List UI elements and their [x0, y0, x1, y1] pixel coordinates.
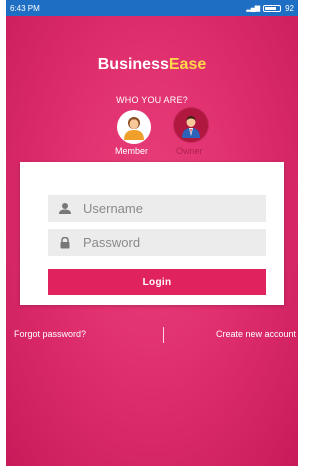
forgot-password-link[interactable]: Forgot password? — [14, 329, 86, 339]
password-input[interactable] — [83, 235, 253, 250]
member-avatar-icon[interactable] — [117, 110, 151, 144]
status-icons: ▂▄▆ 92 — [246, 4, 294, 13]
app-screen: 6:43 PM ▂▄▆ 92 BusinessEase WHO YOU ARE? — [6, 0, 298, 466]
app-title-business: Business — [97, 56, 169, 73]
login-card: Login — [20, 162, 284, 305]
owner-avatar-icon[interactable] — [174, 108, 208, 142]
lock-icon — [58, 236, 72, 250]
password-field[interactable] — [48, 229, 266, 256]
person-icon — [58, 202, 72, 216]
role-prompt: WHO YOU ARE? — [116, 95, 188, 105]
link-divider — [163, 327, 164, 343]
role-selector: Member Owner — [6, 108, 298, 158]
status-bar: 6:43 PM ▂▄▆ 92 — [6, 0, 298, 16]
status-time: 6:43 PM — [10, 3, 40, 13]
login-button[interactable]: Login — [48, 269, 266, 295]
owner-label: Owner — [176, 146, 203, 156]
username-field[interactable] — [48, 195, 266, 222]
battery-level: 92 — [285, 3, 294, 13]
signal-icon: ▂▄▆ — [246, 5, 260, 12]
footer-links: Forgot password? Create new account — [6, 327, 298, 343]
battery-icon — [263, 4, 282, 12]
create-account-link[interactable]: Create new account — [216, 329, 296, 339]
app-title: BusinessEase — [6, 56, 298, 74]
username-input[interactable] — [83, 201, 253, 216]
member-label: Member — [115, 146, 149, 156]
app-title-ease: Ease — [168, 56, 207, 73]
